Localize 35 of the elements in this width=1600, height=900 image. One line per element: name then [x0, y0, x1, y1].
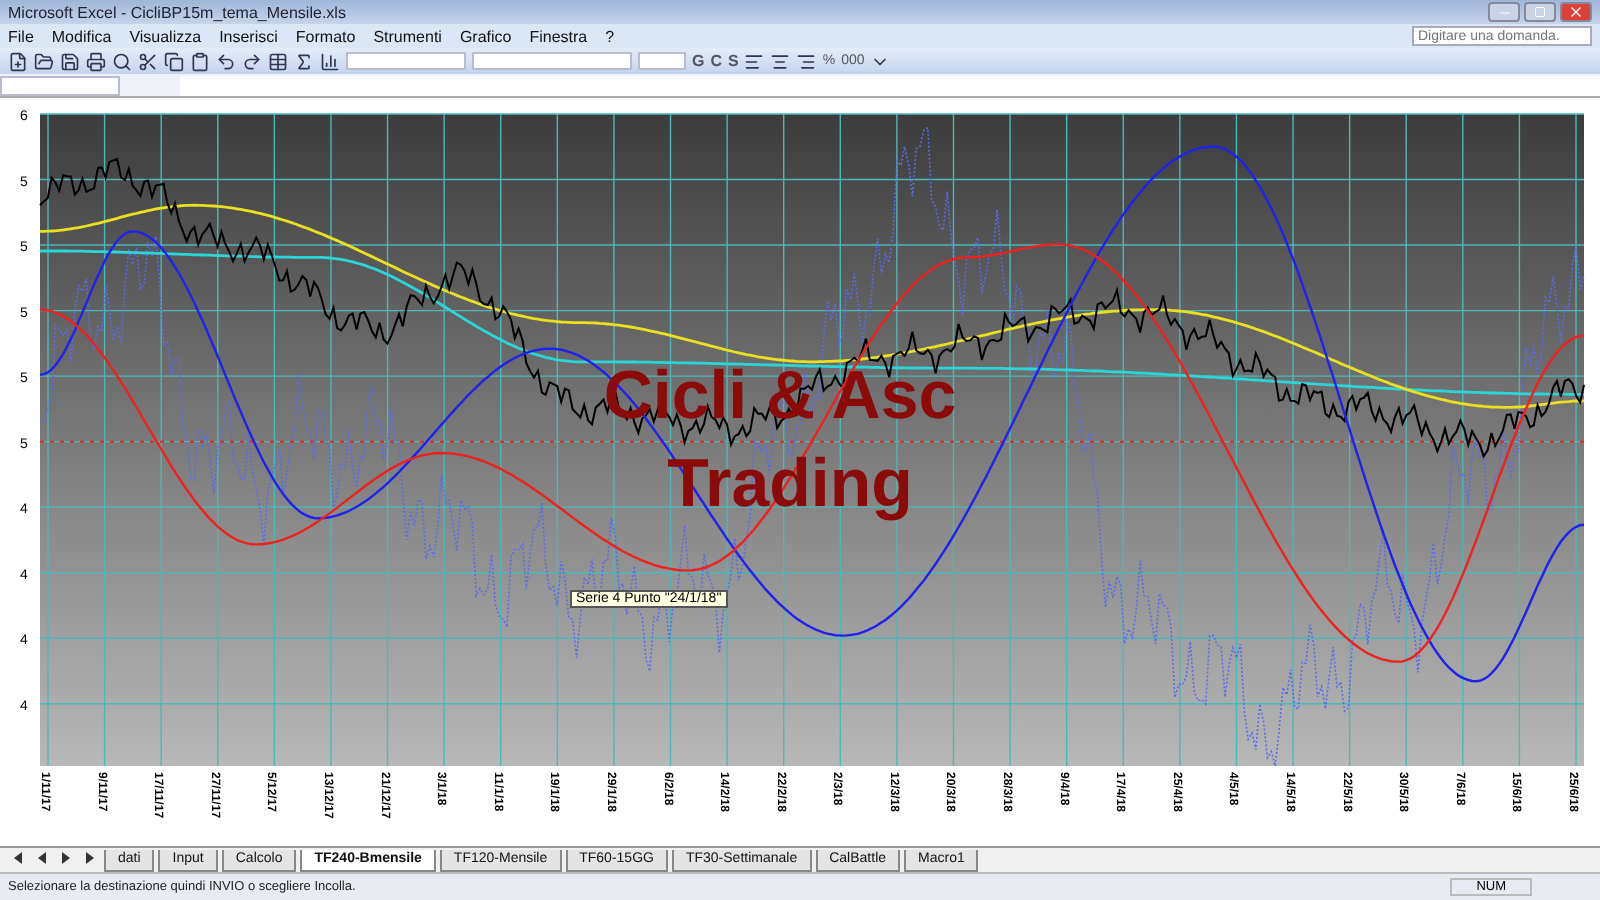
menu-item[interactable]: Formato: [295, 27, 356, 45]
align-right-icon[interactable]: [796, 51, 817, 71]
format-button[interactable]: C: [710, 52, 723, 70]
bar-chart-icon[interactable]: [320, 51, 340, 71]
undo-icon[interactable]: [216, 51, 236, 71]
search-icon[interactable]: [112, 51, 132, 71]
redo-icon[interactable]: [242, 51, 262, 71]
close-icon: [1568, 4, 1584, 20]
format-button[interactable]: S: [728, 52, 739, 70]
menu-item[interactable]: Finestra: [529, 27, 588, 45]
maximize-icon: [1534, 6, 1546, 18]
maximize-button[interactable]: [1524, 2, 1556, 22]
menu-item[interactable]: Strumenti: [373, 27, 442, 45]
align-center-icon[interactable]: [770, 51, 791, 71]
format-button[interactable]: G: [692, 52, 705, 70]
minimize-button[interactable]: [1488, 2, 1520, 22]
scissors-icon[interactable]: [138, 51, 158, 71]
menu-item[interactable]: File: [8, 27, 34, 45]
menu-item[interactable]: Grafico: [459, 27, 512, 45]
printer-icon[interactable]: [86, 51, 106, 71]
menu-item[interactable]: Inserisci: [219, 27, 278, 45]
save-icon[interactable]: [60, 51, 80, 71]
window-title: Microsoft Excel - CicliBP15m_tema_Mensile.xls: [8, 3, 346, 21]
clipboard-icon[interactable]: [190, 51, 210, 71]
menu-item[interactable]: Visualizza: [129, 27, 202, 45]
table-icon[interactable]: [268, 51, 288, 71]
sigma-icon[interactable]: [294, 51, 314, 71]
menu-item[interactable]: ?: [605, 27, 615, 45]
copy-icon[interactable]: [164, 51, 184, 71]
align-left-icon[interactable]: [744, 51, 765, 71]
close-button[interactable]: [1560, 2, 1592, 22]
new-file-icon[interactable]: [8, 51, 28, 71]
formula-field[interactable]: [180, 75, 1600, 95]
open-folder-icon[interactable]: [34, 51, 54, 71]
menu-item[interactable]: Modifica: [51, 27, 112, 45]
